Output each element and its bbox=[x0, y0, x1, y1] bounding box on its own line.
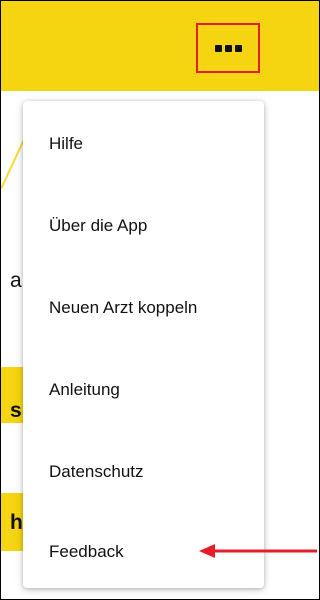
background-text: h bbox=[10, 511, 23, 534]
more-dot-icon bbox=[224, 44, 232, 52]
background-text: a bbox=[10, 269, 22, 292]
more-options-button[interactable] bbox=[196, 23, 260, 73]
background-text: s bbox=[10, 399, 22, 422]
menu-item-neuen-arzt-koppeln[interactable]: Neuen Arzt koppeln bbox=[23, 273, 264, 343]
menu-item-anleitung[interactable]: Anleitung bbox=[23, 355, 264, 425]
menu-item-datenschutz[interactable]: Datenschutz bbox=[23, 437, 264, 507]
menu-item-hilfe[interactable]: Hilfe bbox=[23, 109, 264, 179]
app-header bbox=[1, 1, 319, 91]
more-dot-icon bbox=[234, 44, 242, 52]
app-screen: a s h Hilfe Über die App Neuen Arzt kopp… bbox=[0, 0, 320, 600]
menu-item-ueber-die-app[interactable]: Über die App bbox=[23, 191, 264, 261]
overflow-menu: Hilfe Über die App Neuen Arzt koppeln An… bbox=[23, 101, 264, 588]
left-arrow-icon bbox=[199, 544, 317, 558]
more-dot-icon bbox=[214, 44, 222, 52]
